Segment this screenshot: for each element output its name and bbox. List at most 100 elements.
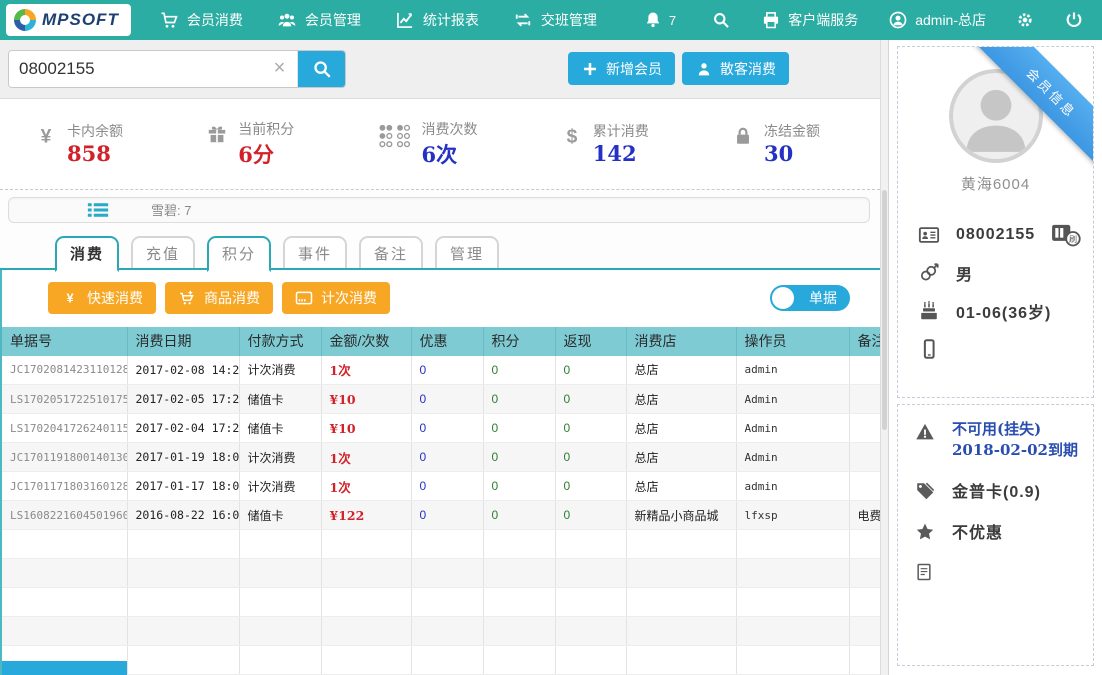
magnifier-icon [311,58,333,80]
table-empty-row [2,530,880,559]
stat-card-balance: ¥ 卡内余额 858 [35,121,123,166]
client-service-button[interactable]: 客户端服务 [761,10,858,30]
column-header[interactable]: 消费店 [626,327,736,356]
table-row[interactable]: JC17011718031601282017-01-17 18:03计次消费1次… [2,472,880,501]
svg-text:刷: 刷 [1069,235,1077,244]
table-cell: LS1608221604501960 [2,501,127,530]
add-member-button[interactable]: 新增会员 [568,52,675,85]
clear-icon[interactable]: × [262,51,298,87]
member-birthday-row: 01-06(36岁) [918,292,1079,330]
table-empty-row [2,559,880,588]
table-cell: 0 [411,472,483,501]
table-cell: 总店 [626,443,736,472]
notification-count: 7 [669,13,676,28]
table-row[interactable]: JC17011918001401302017-01-19 18:00计次消费1次… [2,443,880,472]
table-cell: 2017-01-17 18:03 [127,472,239,501]
bell-icon [643,10,663,30]
tab-recharge[interactable]: 充值 [131,236,195,272]
member-gender: 男 [956,261,973,285]
account-menu[interactable]: admin-总店 [888,10,986,30]
table-cell: admin [736,356,849,385]
list-icon [87,199,109,221]
table-cell: 2017-02-04 17:26 [127,414,239,443]
birthday-cake-icon [918,300,940,322]
punch-consume-button[interactable]: 计次消费 [282,282,390,314]
table-cell [411,530,483,559]
table-row[interactable]: LS17020417262401152017-02-04 17:26储值卡¥10… [2,414,880,443]
search-icon[interactable] [711,10,731,30]
workspace: × 新增会员 散客消费 [0,40,1102,675]
table-cell [555,588,626,617]
table-cell [127,588,239,617]
column-header[interactable]: 优惠 [411,327,483,356]
member-search-input[interactable] [9,51,262,87]
nav-item-reports[interactable]: 统计报表 [395,10,479,30]
table-row[interactable]: LS16082216045019602016-08-22 16:04储值卡¥12… [2,501,880,530]
stat-visit-count: 消费次数 6次 [378,119,478,169]
table-cell [2,559,127,588]
table-row[interactable]: JC17020814231101282017-02-08 14:23计次消费1次… [2,356,880,385]
table-cell [555,559,626,588]
notifications-button[interactable]: 7 [643,10,676,30]
table-cell: 0 [483,356,555,385]
member-phone-row [918,330,1079,368]
table-cell [626,559,736,588]
star-icon [914,521,936,543]
toggle-label: 单据 [809,288,837,308]
table-cell: 新精品小商品城 [626,501,736,530]
table-cell: 0 [555,472,626,501]
chart-icon [395,10,415,30]
tab-consume[interactable]: 消费 [55,236,119,272]
table-cell [849,588,880,617]
swipe-card-icon[interactable]: 刷 [1051,222,1081,248]
member-gender-row: 男 [918,254,1079,292]
quick-consume-button[interactable]: ¥ 快速消费 [48,282,156,314]
table-row[interactable]: LS17020517225101752017-02-05 17:22储值卡¥10… [2,385,880,414]
column-header[interactable]: 积分 [483,327,555,356]
note-row [914,560,1083,582]
quick-consume-label: 快速消费 [87,288,143,308]
search-button[interactable] [298,51,345,87]
table-cell [736,588,849,617]
column-header[interactable]: 操作员 [736,327,849,356]
brand-logo[interactable]: MPSOFT [6,4,131,36]
scrollbar-thumb[interactable] [882,190,887,430]
column-header[interactable]: 单据号 [2,327,127,356]
notice-bar[interactable]: 雪碧: 7 [8,197,870,223]
table-cell: admin [736,472,849,501]
nav-item-member-consume[interactable]: 会员消费 [159,10,243,30]
column-header[interactable]: 备注 [849,327,880,356]
table-cell [411,559,483,588]
gear-icon[interactable] [1016,11,1034,29]
column-header[interactable]: 金额/次数 [321,327,411,356]
tab-remarks[interactable]: 备注 [359,236,423,272]
column-header[interactable]: 消费日期 [127,327,239,356]
stat-label: 卡内余额 [67,121,123,141]
table-cell: 0 [483,443,555,472]
power-icon[interactable] [1064,10,1084,30]
table-cell: 储值卡 [239,501,321,530]
column-header[interactable]: 付款方式 [239,327,321,356]
table-cell: 2017-01-19 18:00 [127,443,239,472]
table-cell [849,646,880,675]
receipt-toggle[interactable]: 单据 [770,285,850,311]
member-info-panel: 会员信息 黄海6004 08002155 刷 男 [897,46,1094,398]
member-card-number: 08002155 [956,226,1035,244]
column-header[interactable]: 返现 [555,327,626,356]
stat-value: 6分 [238,139,294,169]
vertical-scrollbar[interactable] [880,40,889,675]
table-cell [483,646,555,675]
tab-events[interactable]: 事件 [283,236,347,272]
table-cell [411,588,483,617]
app-window: MPSOFT 会员消费 会员管理 统计报表 交班管理 7 [0,0,1102,675]
table-cell: 0 [411,443,483,472]
nav-item-member-manage[interactable]: 会员管理 [277,10,361,30]
goods-consume-button[interactable]: 商品消费 [165,282,273,314]
tab-points[interactable]: 积分 [207,236,271,272]
walkin-consume-button[interactable]: 散客消费 [682,52,789,85]
member-sidebar: 会员信息 黄海6004 08002155 刷 男 [889,40,1102,675]
tab-manage[interactable]: 管理 [435,236,499,272]
table-cell [626,588,736,617]
footer-strip [2,661,127,675]
nav-item-shift-manage[interactable]: 交班管理 [513,10,597,30]
